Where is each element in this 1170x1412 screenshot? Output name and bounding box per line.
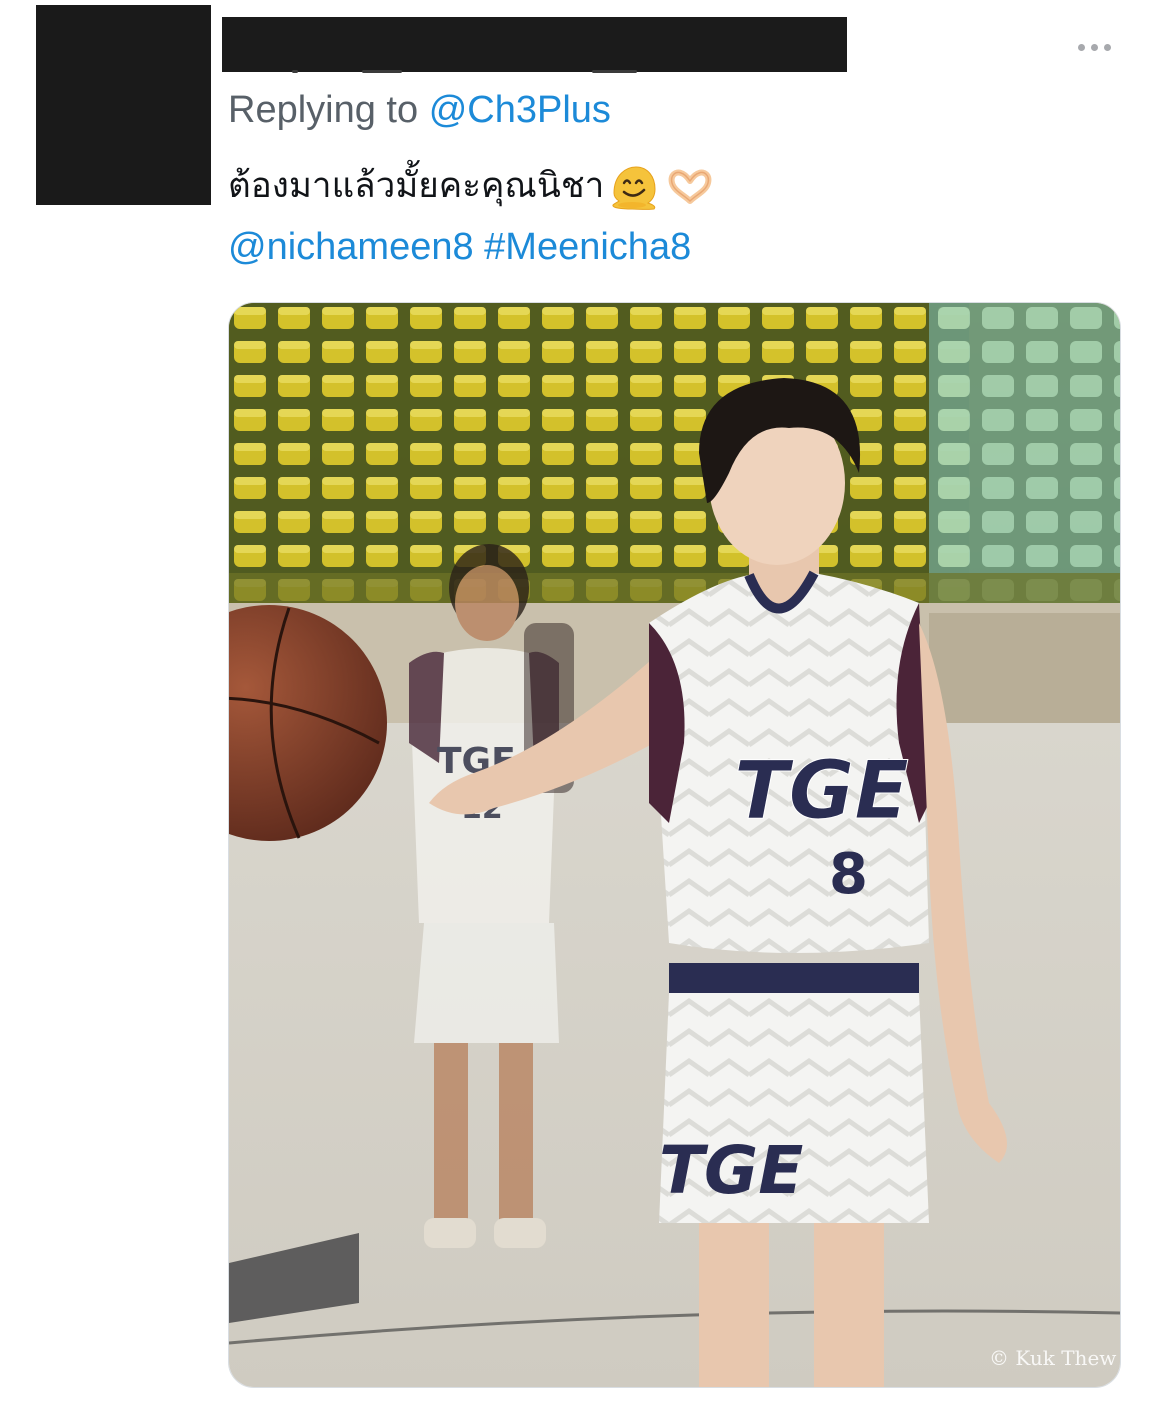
tweet-photo[interactable]: TGE 12 TGE 8 TGE bbox=[228, 302, 1121, 1388]
redacted-name-remnant bbox=[222, 64, 692, 80]
photo-watermark: © Kuk Thew bbox=[989, 1346, 1116, 1370]
hashtag-link[interactable]: #Meenicha8 bbox=[484, 226, 691, 268]
basketball-player-photo: TGE 12 TGE 8 TGE bbox=[229, 303, 1120, 1387]
front-jersey-number: 8 bbox=[829, 842, 868, 907]
melting-face-emoji bbox=[608, 161, 660, 213]
more-options-button[interactable] bbox=[1068, 30, 1120, 64]
replying-to-line: Replying to @Ch3Plus bbox=[228, 86, 611, 134]
tweet-body-text: ต้องมาแล้วมั้ยคะคุณนิชา bbox=[228, 166, 605, 206]
redacted-avatar bbox=[36, 5, 211, 205]
tweet-links-line: @nichameen8 #Meenicha8 bbox=[228, 222, 691, 272]
replying-to-label: Replying to bbox=[228, 89, 419, 131]
mention-link[interactable]: @nichameen8 bbox=[228, 226, 474, 268]
tweet-reply-card: Replying to @Ch3Plus ต้องมาแล้วมั้ยคะคุณ… bbox=[0, 0, 1170, 1412]
heart-hands-emoji bbox=[664, 161, 716, 213]
more-horizontal-icon bbox=[1077, 43, 1085, 51]
shorts-text: TGE bbox=[659, 1132, 803, 1209]
front-jersey-text: TGE bbox=[734, 744, 909, 837]
replying-to-mention-link[interactable]: @Ch3Plus bbox=[429, 89, 611, 131]
tweet-text: ต้องมาแล้วมั้ยคะคุณนิชา bbox=[228, 160, 716, 213]
